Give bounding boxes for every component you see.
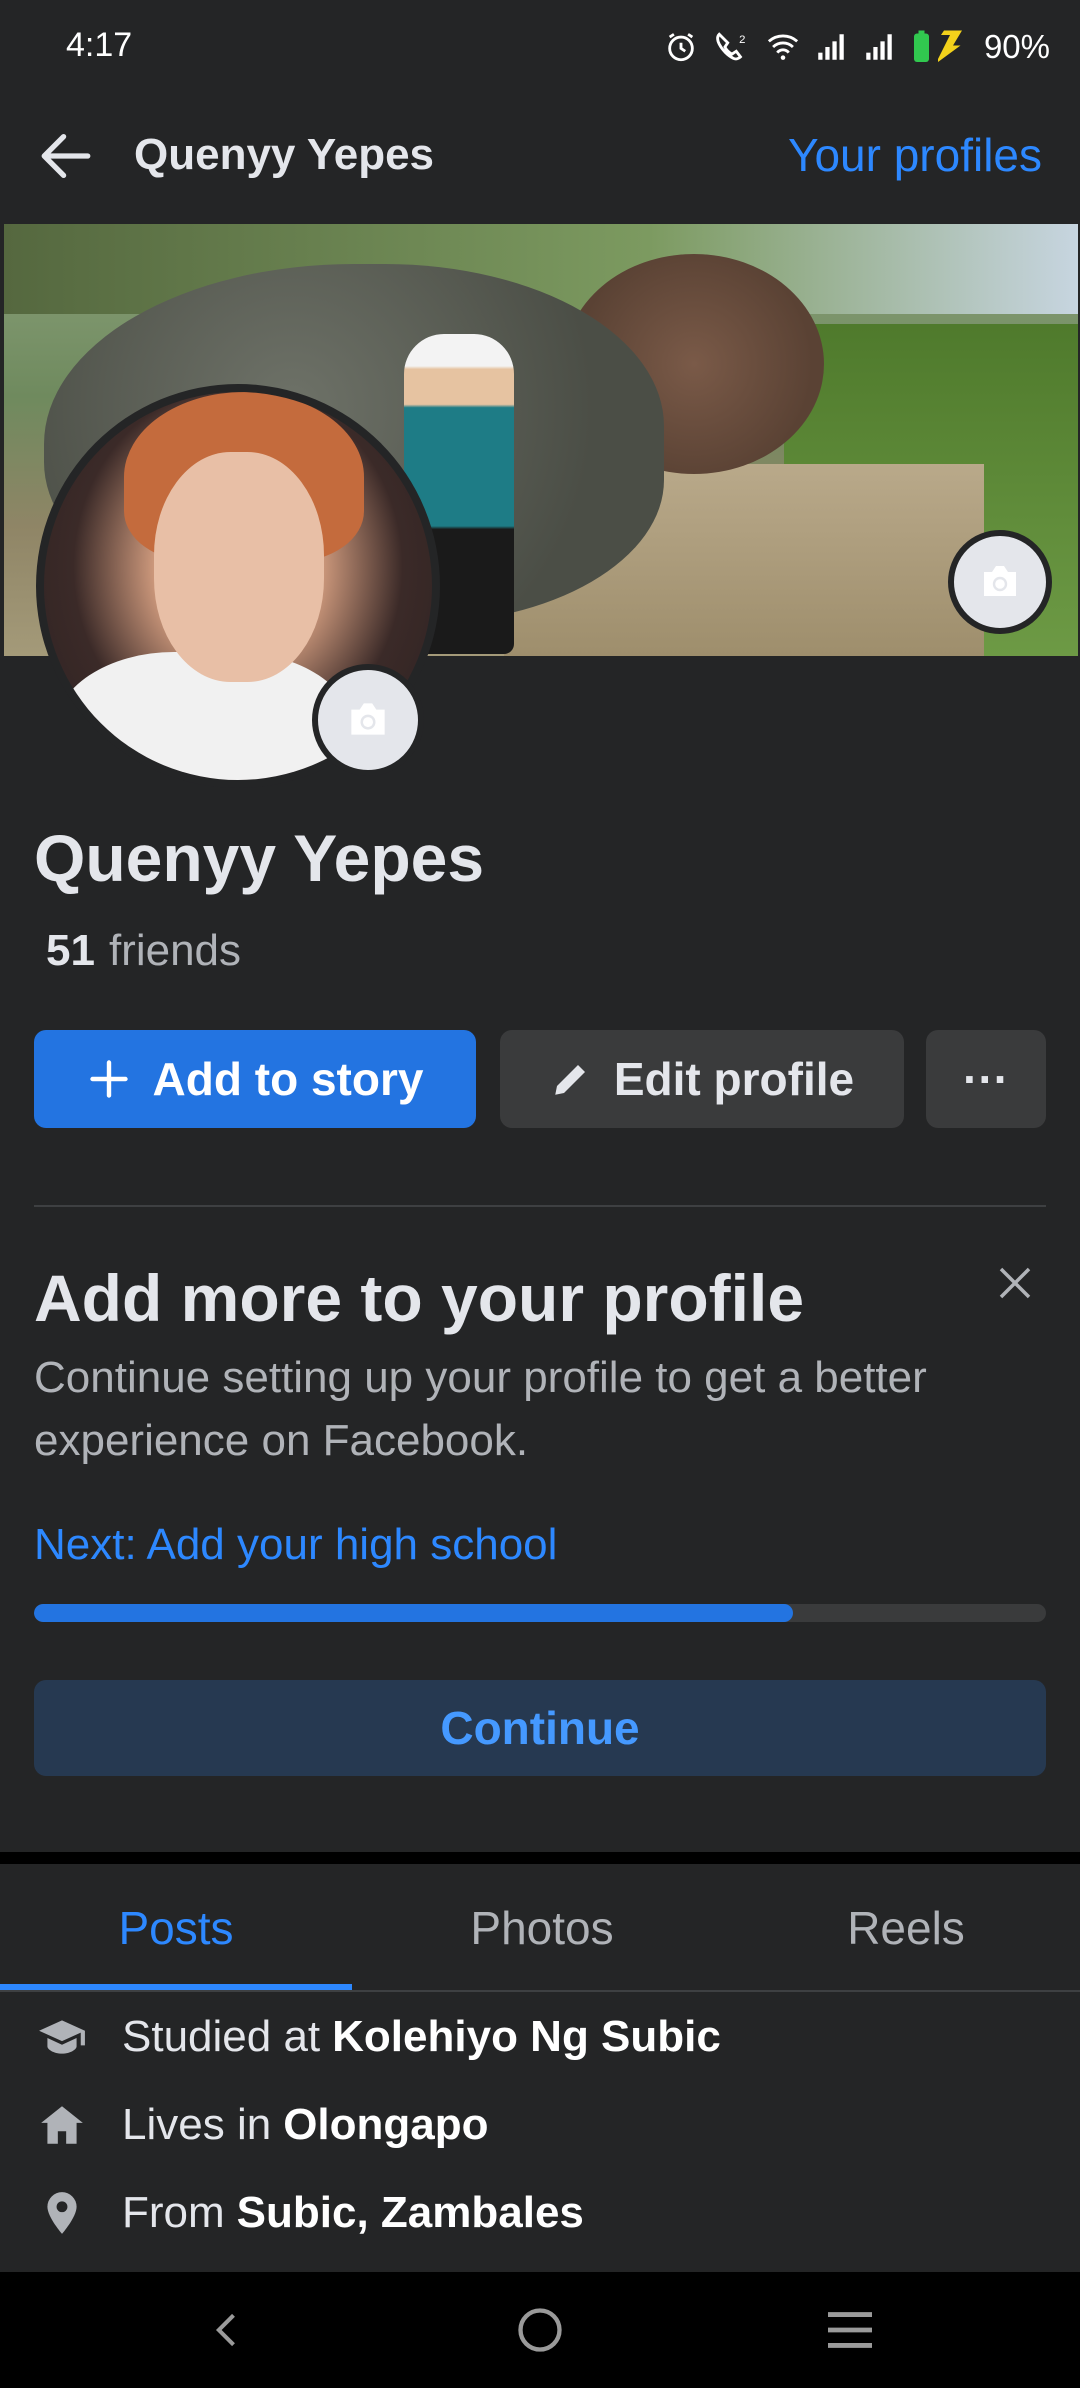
add-to-story-label: Add to story <box>152 1053 424 1105</box>
header-title: Quenyy Yepes <box>134 130 435 179</box>
status-bar: 4:17 2 90% <box>0 0 1080 92</box>
profile-tabs: Posts Photos Reels <box>0 1864 1080 1992</box>
house-icon <box>34 2097 90 2153</box>
tab-photos[interactable]: Photos <box>352 1864 732 1992</box>
education-prefix: Studied at <box>122 2012 321 2061</box>
pencil-icon <box>555 1065 585 1095</box>
battery-charging-icon <box>913 30 962 62</box>
section-separator <box>0 1852 1080 1864</box>
friends-count: 51 <box>46 926 95 975</box>
education-value[interactable]: Kolehiyo Ng Subic <box>332 2012 721 2062</box>
system-home-button[interactable] <box>480 2292 600 2368</box>
camera-icon <box>351 703 385 735</box>
add-to-story-button[interactable]: Add to story <box>34 1030 476 1128</box>
system-back-button[interactable] <box>168 2292 288 2368</box>
detail-hometown: From Subic, Zambales <box>34 2178 584 2248</box>
edit-cover-photo-button[interactable] <box>948 530 1052 634</box>
wifi-icon <box>767 34 799 60</box>
edit-profile-button[interactable]: Edit profile <box>500 1030 904 1128</box>
status-time: 4:17 <box>66 26 133 64</box>
home-prefix: Lives in <box>122 2100 272 2149</box>
battery-percent: 90% <box>983 28 1050 65</box>
more-options-button[interactable]: ··· <box>926 1030 1046 1128</box>
next-step-link[interactable]: Next: Add your high school <box>34 1520 557 1570</box>
svg-text:2: 2 <box>739 34 745 46</box>
signal-icon <box>866 34 892 60</box>
status-icons: 2 90% <box>664 22 1050 72</box>
profile-progress-bar <box>34 1604 1046 1622</box>
detail-home: Lives in Olongapo <box>34 2090 489 2160</box>
system-recents-button[interactable] <box>790 2292 910 2368</box>
chevron-left-icon <box>215 2313 235 2347</box>
card-title: Add more to your profile <box>34 1261 805 1335</box>
card-description: Continue setting up your profile to get … <box>34 1353 927 1465</box>
wifi-calling-icon: 2 <box>716 32 745 61</box>
friends-count-link[interactable]: 51 friends <box>46 926 241 976</box>
home-value[interactable]: Olongapo <box>283 2100 488 2150</box>
graduation-cap-icon <box>34 2009 90 2065</box>
from-value[interactable]: Subic, Zambales <box>237 2188 584 2238</box>
your-profiles-link[interactable]: Your profiles <box>788 128 1042 182</box>
top-app-bar: Quenyy Yepes Your profiles <box>0 92 1080 224</box>
location-pin-icon <box>34 2185 90 2241</box>
tab-reels[interactable]: Reels <box>732 1864 1080 1992</box>
tabs-divider <box>0 1990 1080 1992</box>
home-circle-icon <box>518 2308 562 2352</box>
detail-education: Studied at Kolehiyo Ng Subic <box>34 2002 721 2072</box>
divider <box>34 1205 1046 1207</box>
progress-fill <box>34 1604 793 1622</box>
from-prefix: From <box>122 2188 225 2237</box>
back-button[interactable] <box>30 120 102 192</box>
alarm-icon <box>668 33 694 62</box>
arrow-left-icon <box>41 134 91 178</box>
dismiss-card-button[interactable] <box>988 1256 1042 1310</box>
signal-icon <box>818 34 844 60</box>
edit-profile-label: Edit profile <box>613 1053 855 1105</box>
plus-icon <box>89 1060 128 1098</box>
close-icon <box>999 1267 1031 1299</box>
menu-icon <box>828 2312 872 2348</box>
friends-label: friends <box>108 926 242 975</box>
edit-profile-picture-button[interactable] <box>312 664 424 776</box>
profile-name: Quenyy Yepes <box>34 821 485 895</box>
camera-icon <box>984 566 1016 596</box>
continue-button[interactable]: Continue <box>34 1680 1046 1776</box>
more-icon: ··· <box>963 1053 1009 1105</box>
tab-posts[interactable]: Posts <box>0 1864 352 1992</box>
system-navigation-bar <box>0 2272 1080 2388</box>
